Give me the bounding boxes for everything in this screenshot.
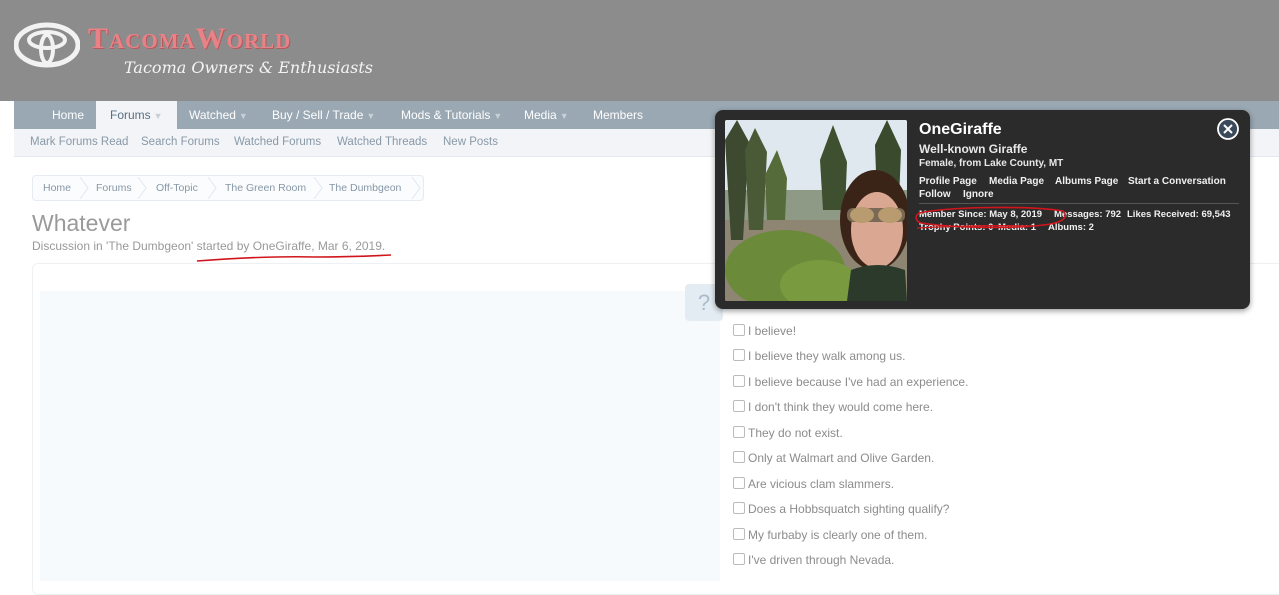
member-card: OneGiraffe Well-known Giraffe Female, fr… — [715, 110, 1250, 309]
poll-option-label: Only at Walmart and Olive Garden. — [748, 451, 935, 465]
poll-option[interactable]: I believe! — [733, 324, 796, 344]
poll-option[interactable]: I believe they walk among us. — [733, 349, 905, 369]
albums-page-link[interactable]: Albums Page — [1055, 176, 1118, 187]
subnav-mark-forums-read[interactable]: Mark Forums Read — [30, 129, 128, 156]
breadcrumb-item-the-dumbgeon[interactable]: The Dumbgeon — [329, 176, 401, 200]
thread-title: Whatever — [32, 210, 131, 236]
nav-tab-label: Watched — [189, 108, 236, 122]
checkbox-icon[interactable] — [733, 426, 745, 438]
nav-tab-mods-tutorials[interactable]: Mods & Tutorials ▼ — [401, 101, 502, 129]
ignore-link[interactable]: Ignore — [963, 189, 994, 200]
dropdown-arrow-icon: ▼ — [153, 111, 163, 121]
albums-stat: Albums: 2 — [1048, 222, 1094, 233]
member-since-stat: Member Since: May 8, 2019 — [919, 209, 1043, 220]
byline-separator: , — [311, 239, 318, 253]
byline-date-link[interactable]: Mar 6, 2019 — [318, 239, 382, 253]
profile-page-link[interactable]: Profile Page — [919, 176, 977, 187]
nav-tab-forums[interactable]: Forums ▼ — [96, 101, 177, 129]
member-user-title: Well-known Giraffe — [919, 142, 1028, 156]
breadcrumb-item-home[interactable]: Home — [43, 176, 71, 200]
start-conversation-link[interactable]: Start a Conversation — [1128, 176, 1226, 187]
poll-option-label: Are vicious clam slammers. — [748, 477, 895, 491]
poll-option[interactable]: I don't think they would come here. — [733, 400, 933, 420]
nav-tab-label: Buy / Sell / Trade — [272, 108, 364, 122]
poll-option[interactable]: Are vicious clam slammers. — [733, 477, 894, 497]
byline-started: started by — [196, 239, 253, 253]
messages-stat: Messages: 792 — [1054, 209, 1122, 220]
poll-option-label: Does a Hobbsquatch sighting qualify? — [748, 502, 950, 516]
poll-option-label: They do not exist. — [748, 426, 843, 440]
poll-option-label: I don't think they would come here. — [748, 400, 934, 414]
breadcrumb-item-forums[interactable]: Forums — [96, 176, 132, 200]
subnav-watched-forums[interactable]: Watched Forums — [234, 129, 321, 156]
dropdown-arrow-icon: ▼ — [493, 111, 503, 121]
poll-option[interactable]: My furbaby is clearly one of them. — [733, 528, 927, 548]
member-info: Female, from Lake County, MT — [919, 158, 1064, 169]
checkbox-icon[interactable] — [733, 451, 745, 463]
poll-option[interactable]: I've driven through Nevada. — [733, 553, 894, 573]
nav-tab-label: Members — [593, 108, 644, 122]
poll-option-label: My furbaby is clearly one of them. — [748, 528, 928, 542]
poll-option-label: I believe because I've had an experience… — [748, 375, 969, 389]
poll-panel — [40, 291, 720, 581]
checkbox-icon[interactable] — [733, 502, 745, 514]
thread-byline: Discussion in 'The Dumbgeon' started by … — [32, 239, 385, 253]
subnav-new-posts[interactable]: New Posts — [443, 129, 498, 156]
checkbox-icon[interactable] — [733, 324, 745, 336]
media-page-link[interactable]: Media Page — [989, 176, 1044, 187]
trophy-points-stat: Trophy Points: 0 — [919, 222, 994, 233]
byline-author-link[interactable]: OneGiraffe — [253, 239, 311, 253]
follow-link[interactable]: Follow — [919, 189, 951, 200]
checkbox-icon[interactable] — [733, 400, 745, 412]
dropdown-arrow-icon: ▼ — [366, 111, 376, 121]
site-header: TacomaWorld Tacoma Owners & Enthusiasts — [0, 0, 1279, 101]
dropdown-arrow-icon: ▼ — [238, 111, 248, 121]
poll-option-label: I believe they walk among us. — [748, 349, 906, 363]
close-icon[interactable] — [1217, 118, 1239, 140]
breadcrumb-separator-icon — [411, 177, 421, 199]
member-card-divider — [919, 203, 1239, 204]
nav-tab-home[interactable]: Home — [52, 101, 84, 129]
dropdown-arrow-icon: ▼ — [559, 111, 569, 121]
poll-option[interactable]: Does a Hobbsquatch sighting qualify? — [733, 502, 949, 522]
poll-option[interactable]: I believe because I've had an experience… — [733, 375, 968, 395]
toyota-emblem-icon[interactable] — [14, 22, 80, 68]
checkbox-icon[interactable] — [733, 528, 745, 540]
breadcrumb: Home Forums Off-Topic The Green Room The… — [32, 175, 424, 201]
poll-option[interactable]: They do not exist. — [733, 426, 843, 446]
breadcrumb-item-the-green-room[interactable]: The Green Room — [225, 176, 306, 200]
likes-received-stat: Likes Received: 69,543 — [1127, 209, 1231, 220]
media-stat: Media: 1 — [998, 222, 1037, 233]
site-logo-tagline: Tacoma Owners & Enthusiasts — [124, 58, 373, 77]
breadcrumb-separator-icon — [79, 177, 89, 199]
site-logo-title[interactable]: TacomaWorld — [88, 22, 291, 56]
nav-tab-label: Forums — [110, 108, 151, 122]
nav-tab-label: Media — [524, 108, 557, 122]
checkbox-icon[interactable] — [733, 553, 745, 565]
breadcrumb-separator-icon — [137, 177, 147, 199]
member-name[interactable]: OneGiraffe — [919, 121, 1002, 139]
nav-tab-members[interactable]: Members — [593, 101, 643, 129]
nav-tab-media[interactable]: Media ▼ — [524, 101, 569, 129]
poll-option-label: I've driven through Nevada. — [748, 553, 895, 567]
subnav-watched-threads[interactable]: Watched Threads — [337, 129, 427, 156]
nav-tab-watched[interactable]: Watched ▼ — [189, 101, 248, 129]
checkbox-icon[interactable] — [733, 349, 745, 361]
poll-option[interactable]: Only at Walmart and Olive Garden. — [733, 451, 934, 471]
byline-prefix: Discussion in 'The Dumbgeon' — [32, 239, 197, 253]
byline-end: . — [381, 239, 386, 253]
nav-tab-label: Mods & Tutorials — [401, 108, 491, 122]
avatar-photo — [725, 120, 907, 301]
member-avatar[interactable] — [725, 120, 907, 301]
subnav-search-forums[interactable]: Search Forums — [141, 129, 220, 156]
checkbox-icon[interactable] — [733, 477, 745, 489]
checkbox-icon[interactable] — [733, 375, 745, 387]
poll-option-label: I believe! — [748, 324, 797, 338]
breadcrumb-separator-icon — [313, 177, 323, 199]
breadcrumb-separator-icon — [207, 177, 217, 199]
nav-tab-label: Home — [52, 108, 85, 122]
nav-tab-buy-sell-trade[interactable]: Buy / Sell / Trade ▼ — [272, 101, 375, 129]
breadcrumb-item-off-topic[interactable]: Off-Topic — [156, 176, 198, 200]
